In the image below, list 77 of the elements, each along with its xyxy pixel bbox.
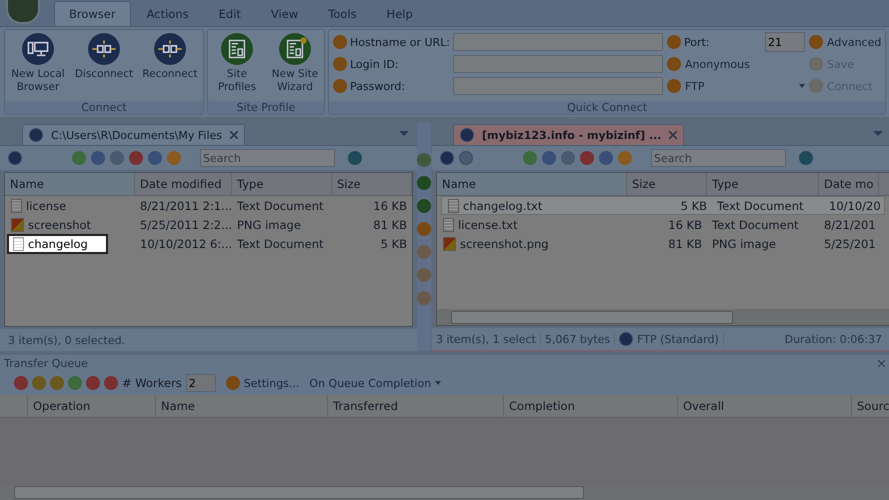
table-cell-text: 16 KB — [372, 198, 408, 212]
table-cell-text: 8/21/201 — [823, 218, 877, 232]
status-text: FTP (Standard) — [615, 332, 724, 346]
ribbon-button[interactable]: Reconnect — [137, 30, 203, 101]
file-name[interactable]: license — [26, 198, 66, 212]
status-text: 5,067 bytes — [540, 332, 616, 346]
settings-button[interactable]: Settings... — [226, 372, 300, 394]
menu-tab[interactable]: Help — [372, 2, 427, 26]
table-cell-text: PNG image — [711, 236, 777, 250]
field-label: Port: — [684, 36, 711, 48]
column-header[interactable]: Date mo — [819, 173, 879, 195]
table-cell-text: 8/21/2011 2:1... — [139, 198, 232, 212]
ribbon-button[interactable]: Site Profiles — [208, 30, 266, 101]
ribbon-button[interactable]: New Local Browser — [5, 30, 71, 101]
file-name[interactable]: screenshot — [28, 218, 92, 232]
table-cell-text: Text Document — [711, 218, 800, 232]
file-name: license.txt — [458, 218, 518, 232]
column-header[interactable]: Sourc — [852, 395, 889, 417]
panel-title: Transfer Queue — [4, 356, 88, 370]
column-header[interactable]: Size — [332, 173, 412, 195]
column-header[interactable]: Completion — [504, 395, 678, 417]
column-header[interactable]: Operation — [28, 395, 156, 417]
column-header[interactable]: Name — [5, 173, 135, 195]
table-cell-text: Text Document — [236, 237, 324, 251]
table-cell-text: 5 KB — [380, 237, 408, 251]
table-cell-text: 5/25/201 — [823, 236, 877, 250]
menu-tab[interactable]: View — [256, 2, 312, 26]
column-header[interactable]: Date modified — [135, 173, 232, 195]
workers-spinner[interactable]: 2 — [186, 374, 216, 392]
table-cell-text: 81 KB — [372, 218, 408, 232]
table-cell-text: 5/25/2011 2:2... — [139, 218, 232, 232]
protocol-dropdown[interactable]: FTP — [667, 75, 805, 97]
ribbon-action[interactable]: Advanced — [809, 31, 882, 53]
status-text: Duration: 0:06:37 — [784, 332, 883, 346]
pane-tab[interactable]: C:\Users\R\Documents\My Files — [22, 124, 246, 145]
column-header[interactable]: Type — [707, 173, 819, 195]
queue-completion-dropdown[interactable]: On Queue Completion — [309, 372, 442, 394]
table-cell-text: PNG image — [236, 218, 302, 232]
ribbon-button[interactable]: New Site Wizard — [266, 30, 324, 101]
group-caption: Site Profile — [208, 101, 324, 114]
menu-tab[interactable]: Tools — [314, 2, 371, 26]
table-cell-text: 10/10/2012 6:... — [139, 237, 232, 251]
file-name: changelog.txt — [463, 198, 542, 212]
workers-label: # Workers — [122, 376, 182, 390]
table-cell-text: 5 KB — [680, 198, 708, 212]
status-text: 3 item(s), 0 selected. — [8, 334, 126, 346]
column-header[interactable]: Size — [627, 173, 707, 195]
table-cell-text: 81 KB — [667, 236, 703, 250]
column-header[interactable]: Transferred — [328, 395, 504, 417]
file-row[interactable]: screenshot.png 81 KB PNG image 5/25/201 — [437, 234, 889, 253]
table-cell-text: Text Document — [236, 198, 324, 212]
table-cell-text: 10/10/20 — [828, 198, 882, 212]
column-header[interactable]: Name — [156, 395, 328, 417]
file-row[interactable]: license.txt 16 KB Text Document 8/21/201 — [437, 215, 889, 234]
status-text: 3 item(s), 1 select — [432, 332, 541, 346]
pane-tab[interactable]: [mybiz123.info - mybizinf] ... — [453, 124, 684, 145]
column-header[interactable]: Name — [437, 173, 627, 195]
column-header[interactable]: Type — [232, 173, 332, 195]
field-label: Password: — [350, 80, 406, 92]
file-name[interactable]: changelog — [28, 237, 88, 251]
column-header[interactable]: Overall — [678, 395, 852, 417]
table-cell-text: Text Document — [716, 198, 804, 212]
table-cell-text: 16 KB — [667, 218, 703, 232]
menu-tab[interactable]: Browser — [54, 1, 131, 26]
port-field[interactable]: 21 — [765, 32, 805, 52]
ribbon-button[interactable]: Disconnect — [71, 30, 137, 101]
menu-tab[interactable]: Actions — [132, 2, 203, 26]
group-caption: Quick Connect — [329, 101, 886, 114]
anonymous-button[interactable]: Anonymous — [667, 53, 750, 75]
search-field[interactable]: Search — [651, 149, 786, 167]
field-label: Login ID: — [350, 58, 400, 70]
search-field[interactable]: Search — [200, 149, 335, 167]
file-name: screenshot.png — [460, 236, 549, 250]
field-label: Hostname or URL: — [350, 36, 450, 48]
group-caption: Connect — [5, 101, 203, 114]
file-row[interactable]: changelog.txt 5 KB Text Document 10/10/20 — [441, 196, 885, 215]
menu-tab[interactable]: Edit — [204, 2, 255, 26]
